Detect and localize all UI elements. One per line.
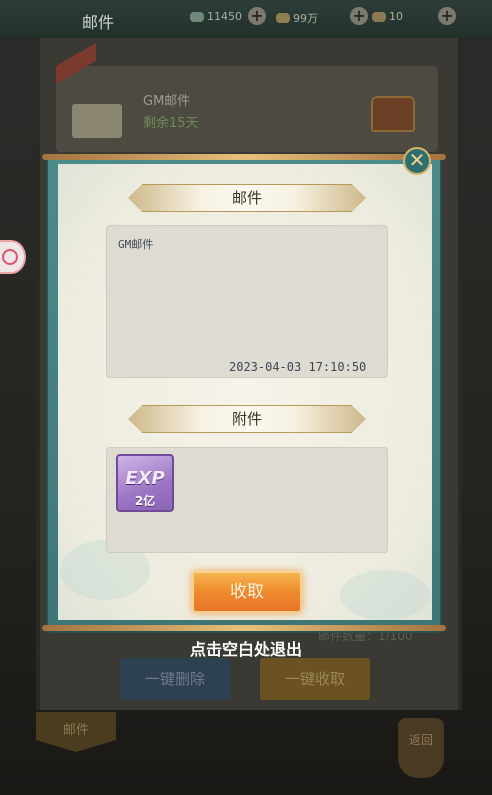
attachment-section-header: 附件 <box>128 405 366 433</box>
claim-button[interactable]: 收取 <box>192 571 302 613</box>
mail-item-title: GM邮件 <box>143 94 191 109</box>
top-bar <box>0 0 492 38</box>
exp-amount: 2亿 <box>134 494 156 508</box>
spiral-icon <box>2 249 18 265</box>
gold-ingot-icon <box>276 13 290 23</box>
exp-icon: EXP <box>125 468 165 489</box>
mail-section-header: 邮件 <box>128 184 366 212</box>
resource-jade: 11450 + <box>190 7 266 25</box>
attachment-header-label: 附件 <box>231 410 262 428</box>
exit-hint: 点击空白处退出 <box>189 640 302 659</box>
page-title: 邮件 <box>82 13 115 32</box>
envelope-icon <box>72 104 122 138</box>
mail-item-remaining: 剩余15天 <box>143 116 199 131</box>
treasure-chest-icon <box>371 96 415 132</box>
scroll-rod-top <box>42 154 446 160</box>
close-button[interactable]: ✕ <box>403 147 431 175</box>
mail-timestamp: 2023-04-03 17:10:50 <box>229 360 367 374</box>
exp-reward-item[interactable]: EXP 2亿 <box>116 454 174 512</box>
close-x-icon: ✕ <box>408 148 426 172</box>
mail-sender: GM邮件 <box>118 238 154 251</box>
claim-all-button[interactable]: 一键收取 <box>260 658 370 700</box>
scroll-rod-bottom <box>42 625 446 631</box>
resource-gold: 99万 + <box>276 7 368 26</box>
ticket-icon <box>372 11 386 22</box>
add-ticket-button[interactable]: + <box>438 7 456 25</box>
add-jade-button[interactable]: + <box>248 7 266 25</box>
back-button[interactable]: 返回 <box>398 718 444 778</box>
jade-icon <box>190 11 204 22</box>
cloud-decoration <box>340 570 430 620</box>
mail-header-label: 邮件 <box>231 189 262 207</box>
delete-all-button[interactable]: 一键删除 <box>120 658 230 700</box>
resource-ticket: 10 + <box>372 7 456 25</box>
add-gold-button[interactable]: + <box>350 7 368 25</box>
